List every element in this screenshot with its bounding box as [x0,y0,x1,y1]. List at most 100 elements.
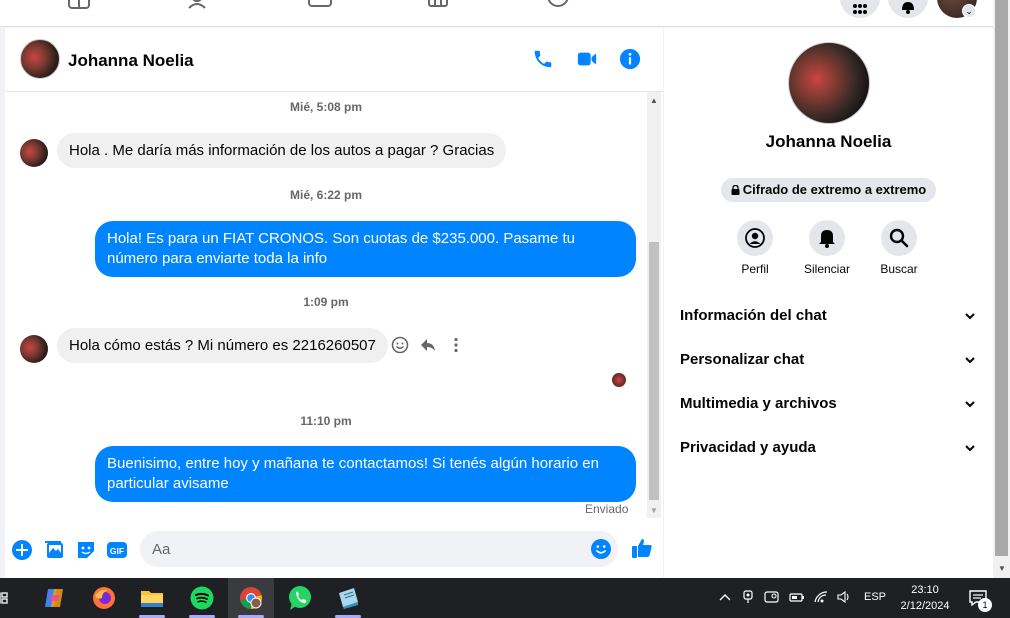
task-view-button[interactable] [0,578,16,618]
taskbar-app-whatsapp[interactable] [277,578,323,618]
home-nav-icon[interactable] [67,0,93,12]
scroll-up-arrow-icon[interactable]: ▲ [650,96,658,105]
chrome-icon [240,587,262,609]
groups-nav-icon[interactable] [545,0,571,12]
notifications-button[interactable] [888,0,928,18]
video-call-icon[interactable] [576,48,598,70]
message-avatar[interactable] [20,335,48,363]
chat-scrollbar[interactable]: ▲ ▼ [647,92,661,518]
message-bubble-outgoing[interactable]: Hola! Es para un FIAT CRONOS. Son cuotas… [95,221,636,277]
window-scrollbar[interactable]: ▼ [993,0,1010,578]
message-timestamp: 11:10 pm [300,414,352,428]
folder-icon [141,591,163,607]
contact-name[interactable]: Johanna Noelia [68,51,194,71]
task-view-icon [0,592,8,604]
chevron-down-icon [965,401,975,408]
contact-profile-picture[interactable] [788,42,870,124]
mute-action-label: Silenciar [803,262,851,276]
panel-contact-name[interactable]: Johanna Noelia [664,132,993,152]
profile-action-button[interactable]: Perfil [725,220,785,276]
clock-time: 23:10 [911,584,939,596]
emoji-icon[interactable] [590,538,612,560]
message-timestamp: Mié, 6:22 pm [289,188,363,202]
whatsapp-icon [289,586,311,610]
photo-icon[interactable] [44,539,66,561]
encryption-label: Cifrado de extremo a extremo [742,182,927,197]
message-input[interactable] [140,531,618,567]
message-bubble-outgoing[interactable]: Buenisimo, entre hoy y mañana te contact… [95,446,636,502]
menu-button[interactable] [840,0,880,18]
firefox-icon [93,587,115,609]
chevron-down-icon [965,357,975,364]
seen-indicator-avatar [612,373,626,387]
chat-header: Johanna Noelia [5,28,663,92]
encryption-badge[interactable]: Cifrado de extremo a extremo [721,178,936,202]
react-emoji-icon[interactable] [391,336,409,354]
taskbar-app-notepad[interactable] [325,578,371,618]
profile-action-label: Perfil [741,262,769,276]
clock[interactable]: 23:10 2/12/2024 [896,582,954,614]
tray-overflow-icon[interactable] [717,590,733,606]
scroll-down-arrow-icon[interactable]: ▼ [998,564,1006,573]
bell-icon [819,230,835,248]
section-media-files[interactable]: Multimedia y archivos [680,390,980,418]
section-label: Personalizar chat [680,351,805,368]
message-timestamp: Mié, 5:08 pm [289,100,363,114]
search-action-label: Buscar [880,262,918,276]
plus-circle-icon[interactable] [11,539,33,561]
taskbar-app-copilot[interactable] [31,578,77,618]
search-icon [889,228,909,248]
gif-label: GIF [110,546,124,556]
wifi-icon[interactable] [813,590,829,606]
gif-icon[interactable]: GIF [106,539,128,561]
taskbar-app-firefox[interactable] [81,578,127,618]
chat-scroll-thumb[interactable] [649,242,659,500]
reply-icon[interactable] [419,336,437,354]
volume-icon[interactable] [836,590,852,606]
section-privacy-help[interactable]: Privacidad y ayuda [680,434,980,462]
contact-avatar[interactable] [20,39,60,79]
copilot-icon [45,589,63,607]
window-scroll-thumb[interactable] [995,0,1008,556]
taskbar-app-spotify[interactable] [179,578,225,618]
top-nav-bar: ⌄ [0,0,993,27]
section-chat-info[interactable]: Información del chat [680,302,980,330]
search-action-button[interactable]: Buscar [869,220,929,276]
watch-nav-icon[interactable] [307,0,333,12]
section-label: Privacidad y ayuda [680,439,816,456]
message-actions [391,336,465,354]
taskbar-app-chrome[interactable] [228,578,274,618]
message-timestamp: 1:09 pm [303,295,349,309]
camera-tray-icon[interactable] [740,590,756,606]
battery-icon[interactable] [789,590,805,606]
display-tray-icon[interactable] [764,590,780,606]
chevron-down-icon [965,445,975,452]
message-bubble-incoming[interactable]: Hola cómo estás ? Mi número es 221626050… [57,328,388,363]
phone-icon[interactable] [532,48,554,70]
lock-icon [731,179,740,203]
section-customize-chat[interactable]: Personalizar chat [680,346,980,374]
section-label: Multimedia y archivos [680,395,837,412]
more-options-icon[interactable] [447,336,465,354]
chevron-down-icon [965,313,975,320]
taskbar-app-file-explorer[interactable] [129,578,175,618]
notepad-icon [339,588,358,609]
message-avatar[interactable] [20,139,48,167]
grid-menu-icon [853,4,867,14]
conversation-info-panel: Johanna Noelia Cifrado de extremo a extr… [664,28,993,578]
message-list: Mié, 5:08 pm Hola . Me daría más informa… [5,92,647,518]
chevron-down-icon[interactable]: ⌄ [962,4,976,18]
sticker-icon[interactable] [75,539,97,561]
friends-nav-icon[interactable] [187,0,213,12]
message-composer: GIF [5,518,663,578]
info-icon[interactable] [619,48,641,70]
notification-badge: 1 [978,598,992,612]
message-bubble-incoming[interactable]: Hola . Me daría más información de los a… [57,133,507,168]
mute-action-button[interactable]: Silenciar [797,220,857,276]
marketplace-nav-icon[interactable] [426,0,452,12]
profile-icon [745,228,765,248]
thumbs-up-icon[interactable] [630,536,654,560]
scroll-down-arrow-icon[interactable]: ▼ [650,506,658,515]
language-indicator[interactable]: ESP [864,591,886,603]
sent-status: Enviado [585,502,629,516]
